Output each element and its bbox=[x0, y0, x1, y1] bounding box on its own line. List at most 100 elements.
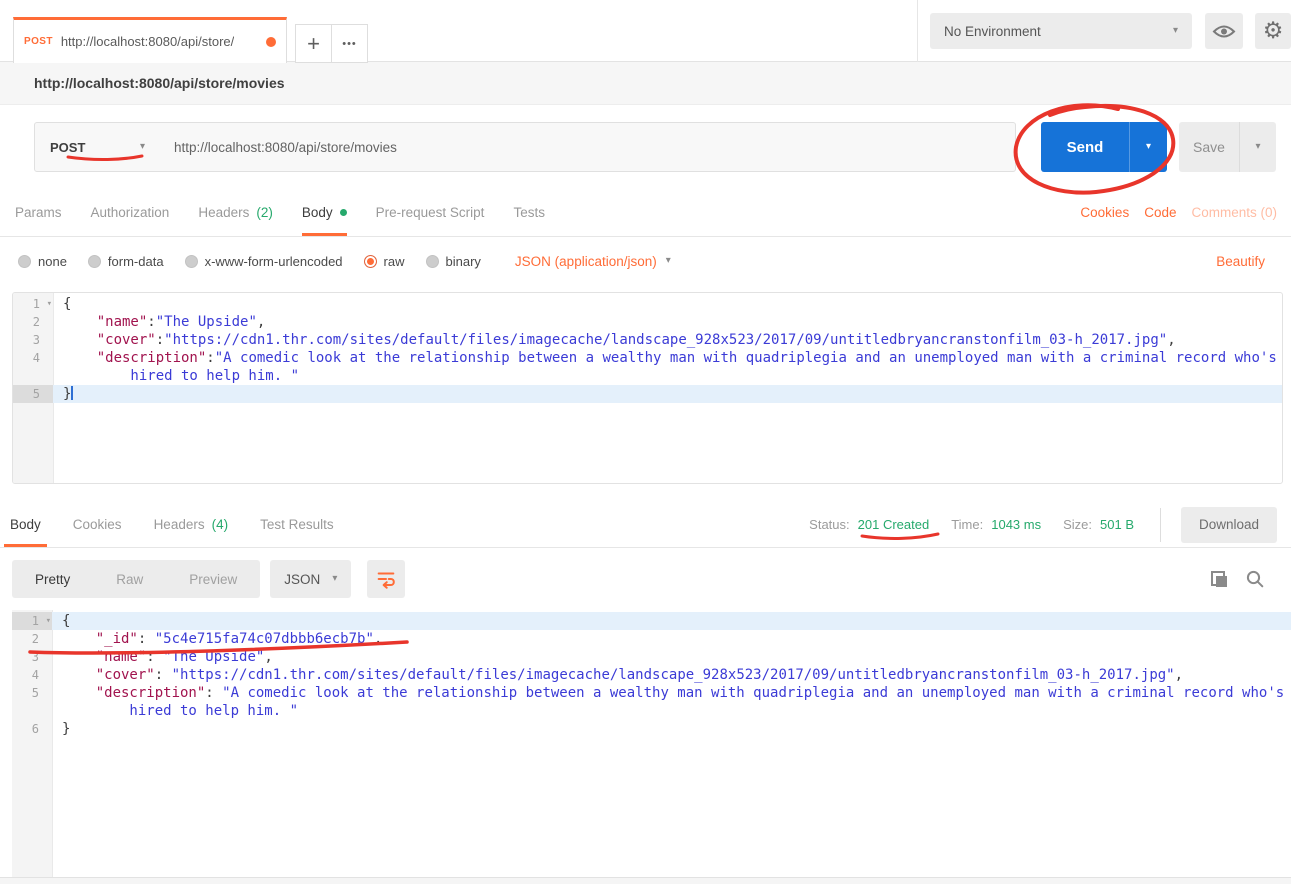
request-body-editor[interactable]: 1▾ { 2 "name":"The Upside", 3 "cover":"h… bbox=[12, 292, 1283, 484]
code-line: 2 "_id": "5c4e715fa74c07dbbb6ecb7b", bbox=[12, 630, 1291, 648]
wrap-lines-button[interactable] bbox=[367, 560, 405, 598]
radio-raw[interactable]: raw bbox=[364, 254, 405, 269]
save-button-label[interactable]: Save bbox=[1179, 122, 1239, 172]
line-number: 5 bbox=[33, 387, 40, 401]
response-headers-count-badge: (4) bbox=[212, 517, 229, 532]
breadcrumb: http://localhost:8080/api/store/movies bbox=[0, 62, 1291, 105]
time-label: Time: bbox=[951, 517, 983, 532]
code-link[interactable]: Code bbox=[1144, 205, 1176, 220]
response-tabs-row: Body Cookies Headers (4) Test Results St… bbox=[0, 502, 1291, 548]
response-toolbar: Pretty Raw Preview JSON ▾ bbox=[0, 548, 1291, 610]
code-line: 6 } bbox=[12, 720, 1291, 738]
code-line: 1▾ { bbox=[13, 295, 1282, 313]
response-view-switch: Pretty Raw Preview bbox=[12, 560, 260, 598]
code-line: 3 "name": "The Upside", bbox=[12, 648, 1291, 666]
search-icon bbox=[1248, 572, 1262, 586]
line-number: 3 bbox=[33, 333, 40, 347]
line-number: 2 bbox=[33, 315, 40, 329]
chevron-down-icon: ▾ bbox=[140, 142, 145, 152]
tab-method-label: POST bbox=[24, 36, 53, 47]
beautify-link[interactable]: Beautify bbox=[1216, 254, 1265, 269]
code-line: 2 "name":"The Upside", bbox=[13, 313, 1282, 331]
radio-icon bbox=[185, 255, 198, 268]
code-line: 5 "description": "A comedic look at the … bbox=[12, 684, 1291, 720]
tab-pre-request-script[interactable]: Pre-request Script bbox=[376, 189, 485, 236]
tab-params[interactable]: Params bbox=[15, 189, 62, 236]
settings-button[interactable]: ⚙ bbox=[1255, 13, 1291, 49]
code-line-active: 5 } bbox=[13, 385, 1282, 403]
line-number: 4 bbox=[33, 351, 40, 365]
topbar-divider bbox=[917, 0, 918, 62]
send-options-button[interactable]: ▾ bbox=[1129, 122, 1167, 172]
time-value: 1043 ms bbox=[991, 517, 1041, 532]
code-line: 4 "description":"A comedic look at the r… bbox=[13, 349, 1282, 385]
response-tab-body[interactable]: Body bbox=[4, 502, 47, 547]
chevron-down-icon: ▾ bbox=[1146, 142, 1151, 152]
line-number: 4 bbox=[32, 668, 39, 682]
response-tab-test-results[interactable]: Test Results bbox=[254, 502, 340, 547]
method-select[interactable]: POST ▾ bbox=[34, 122, 161, 172]
copy-response-button[interactable] bbox=[1211, 571, 1228, 588]
code-line: 3 "cover":"https://cdn1.thr.com/sites/de… bbox=[13, 331, 1282, 349]
send-button[interactable]: Send ▾ bbox=[1041, 122, 1167, 172]
fold-caret-icon[interactable]: ▾ bbox=[47, 295, 52, 313]
text-cursor bbox=[71, 386, 73, 400]
more-tabs-button[interactable]: ••• bbox=[331, 24, 368, 63]
chevron-down-icon: ▾ bbox=[666, 256, 671, 266]
tab-headers[interactable]: Headers (2) bbox=[198, 189, 273, 236]
tab-tests[interactable]: Tests bbox=[513, 189, 545, 236]
line-number: 2 bbox=[32, 632, 39, 646]
gear-icon: ⚙ bbox=[1263, 20, 1284, 43]
tab-authorization[interactable]: Authorization bbox=[91, 189, 170, 236]
line-number: 6 bbox=[32, 722, 39, 736]
url-input[interactable] bbox=[160, 122, 1016, 172]
search-response-button[interactable] bbox=[1245, 569, 1265, 589]
view-preview[interactable]: Preview bbox=[166, 560, 260, 598]
line-number: 5 bbox=[32, 686, 39, 700]
body-type-row: none form-data x-www-form-urlencoded raw… bbox=[0, 237, 1291, 285]
request-tab[interactable]: POST http://localhost:8080/api/store/ bbox=[13, 17, 287, 63]
save-button[interactable]: Save ▾ bbox=[1179, 122, 1276, 172]
radio-icon bbox=[18, 255, 31, 268]
chevron-down-icon: ▾ bbox=[1255, 142, 1260, 152]
radio-icon bbox=[426, 255, 439, 268]
tab-url-label: http://localhost:8080/api/store/ bbox=[61, 34, 234, 49]
line-number: 1 bbox=[33, 297, 40, 311]
radio-selected-icon bbox=[364, 255, 377, 268]
code-line-active: 1▾ { bbox=[12, 612, 1291, 630]
response-tab-cookies[interactable]: Cookies bbox=[67, 502, 128, 547]
radio-binary[interactable]: binary bbox=[426, 254, 481, 269]
radio-form-data[interactable]: form-data bbox=[88, 254, 164, 269]
chevron-down-icon: ▾ bbox=[332, 574, 337, 584]
divider bbox=[1160, 508, 1161, 542]
environment-quick-look-button[interactable] bbox=[1205, 13, 1243, 49]
line-number: 3 bbox=[32, 650, 39, 664]
cookies-link[interactable]: Cookies bbox=[1080, 205, 1129, 220]
plus-icon: + bbox=[307, 31, 320, 57]
radio-icon bbox=[88, 255, 101, 268]
save-options-button[interactable]: ▾ bbox=[1239, 122, 1276, 172]
body-type-radio-group: none form-data x-www-form-urlencoded raw… bbox=[18, 254, 502, 269]
response-body-viewer[interactable]: 1▾ { 2 "_id": "5c4e715fa74c07dbbb6ecb7b"… bbox=[12, 610, 1291, 877]
download-button[interactable]: Download bbox=[1181, 507, 1277, 543]
view-raw[interactable]: Raw bbox=[93, 560, 166, 598]
chevron-down-icon: ▾ bbox=[1173, 26, 1178, 36]
size-value: 501 B bbox=[1100, 517, 1134, 532]
response-format-select[interactable]: JSON ▾ bbox=[270, 560, 351, 598]
send-button-label[interactable]: Send bbox=[1041, 122, 1129, 172]
response-tab-headers[interactable]: Headers (4) bbox=[148, 502, 235, 547]
content-type-select[interactable]: JSON (application/json) ▾ bbox=[515, 254, 671, 269]
environment-select[interactable]: No Environment ▾ bbox=[930, 13, 1192, 49]
fold-caret-icon[interactable]: ▾ bbox=[46, 612, 51, 630]
eye-icon bbox=[1212, 23, 1236, 40]
new-tab-button[interactable]: + bbox=[295, 24, 332, 63]
tab-body[interactable]: Body bbox=[302, 189, 347, 236]
status-label: Status: bbox=[809, 517, 849, 532]
code-line: 4 "cover": "https://cdn1.thr.com/sites/d… bbox=[12, 666, 1291, 684]
comments-link[interactable]: Comments (0) bbox=[1191, 205, 1277, 220]
radio-none[interactable]: none bbox=[18, 254, 67, 269]
breadcrumb-url: http://localhost:8080/api/store/movies bbox=[34, 75, 285, 91]
footer-bar bbox=[0, 877, 1291, 884]
view-pretty[interactable]: Pretty bbox=[12, 560, 93, 598]
radio-x-www-form-urlencoded[interactable]: x-www-form-urlencoded bbox=[185, 254, 343, 269]
